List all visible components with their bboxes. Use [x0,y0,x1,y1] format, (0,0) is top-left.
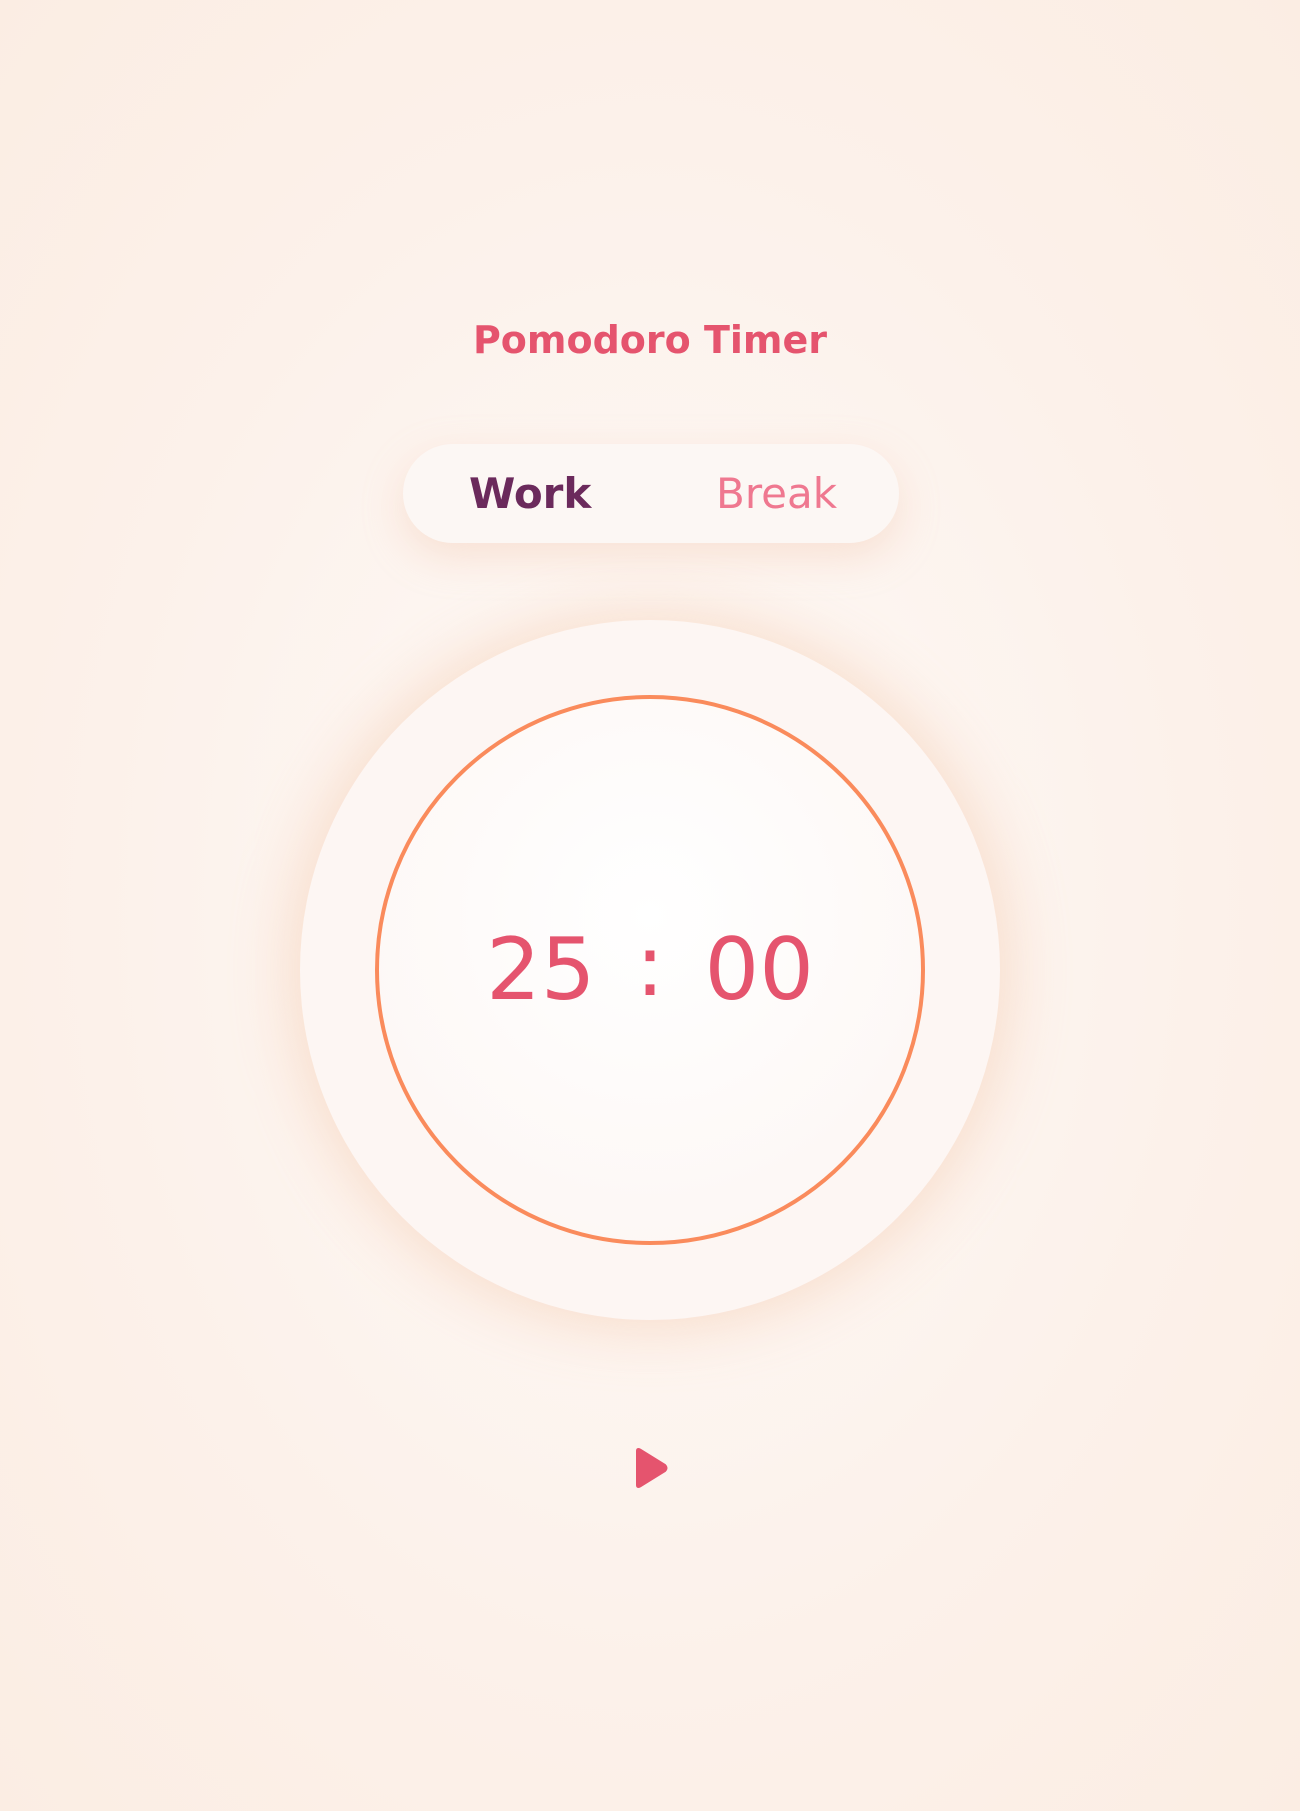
play-icon [636,1448,668,1488]
mode-toggle: Work Break [403,444,899,543]
timer-separator: : [635,916,665,1016]
timer-display: 25 : 00 [300,620,1000,1320]
tab-work[interactable]: Work [469,444,591,543]
timer-minutes: 25 [486,920,596,1020]
timer-seconds: 00 [704,920,814,1020]
tab-break[interactable]: Break [716,444,837,543]
app-title: Pomodoro Timer [472,318,828,362]
play-button[interactable] [633,1447,669,1489]
timer-dial: 25 : 00 [300,620,1000,1320]
